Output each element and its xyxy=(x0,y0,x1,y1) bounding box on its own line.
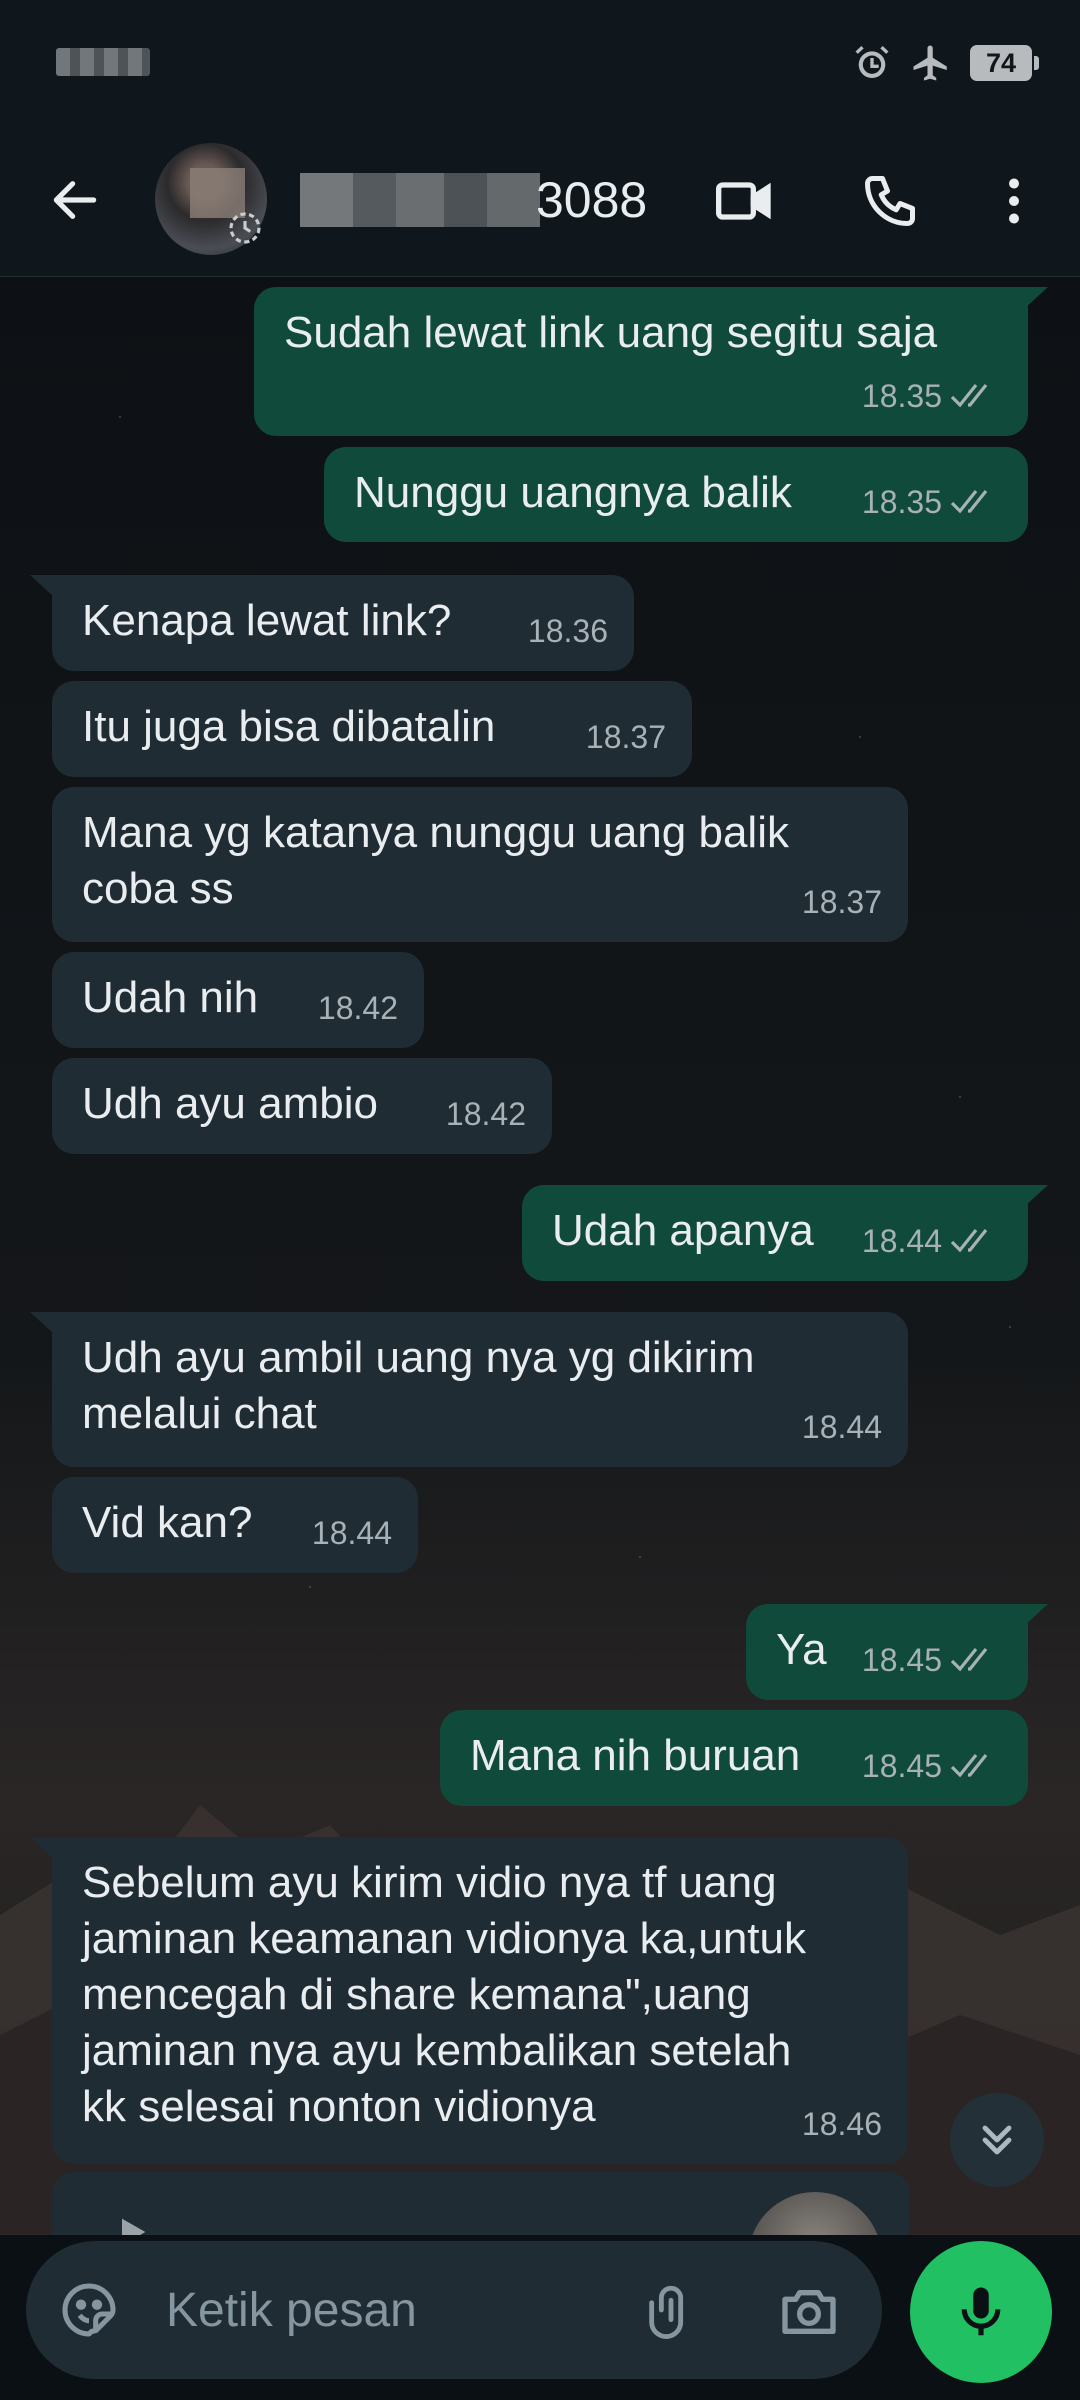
contact-name-blurred[interactable] xyxy=(300,173,540,227)
mic-icon xyxy=(961,2287,1001,2336)
message-time: 18.35 xyxy=(861,378,942,414)
message-text: Mana yg katanya nunggu uang balik coba s… xyxy=(82,808,789,913)
message-meta: 18.35 xyxy=(862,474,1002,530)
status-icons: 74 xyxy=(852,38,1039,88)
double-chevron-down-icon xyxy=(982,2125,1012,2155)
play-icon xyxy=(122,2218,146,2235)
status-time-blurred xyxy=(56,48,150,76)
camera-icon xyxy=(782,2290,836,2334)
composer-pill xyxy=(26,2241,882,2379)
emoji-sticker-icon xyxy=(62,2283,116,2337)
read-receipt-icon xyxy=(950,1229,988,1253)
more-options-button[interactable] xyxy=(976,163,1052,239)
bubble-tail xyxy=(30,1312,54,1334)
message-time: 18.44 xyxy=(801,1409,882,1445)
battery-level: 74 xyxy=(985,47,1017,78)
read-receipt-icon xyxy=(950,1754,988,1778)
bubble-tail xyxy=(1024,287,1048,309)
message-text: Ya xyxy=(776,1625,827,1674)
message-bubble-outgoing[interactable]: Sudah lewat link uang segitu saja 18.35 xyxy=(254,287,1028,436)
message-bubble-incoming[interactable]: Udh ayu ambio 18.42 xyxy=(52,1058,552,1154)
status-bar: 74 xyxy=(0,0,1080,125)
scroll-to-bottom-button[interactable] xyxy=(950,2093,1044,2187)
voice-message-button[interactable] xyxy=(910,2241,1052,2383)
message-text: Itu juga bisa dibatalin xyxy=(82,702,496,751)
message-time: 18.42 xyxy=(317,990,398,1026)
message-bubble-incoming[interactable]: Mana yg katanya nunggu uang balik coba s… xyxy=(52,787,908,942)
message-bubble-incoming[interactable]: Sebelum ayu kirim vidio nya tf uang jami… xyxy=(52,1837,908,2164)
message-time: 18.46 xyxy=(801,2106,882,2142)
message-bubble-incoming[interactable]: Udah nih 18.42 xyxy=(52,952,424,1048)
message-meta: 18.44 xyxy=(802,1399,882,1455)
voice-call-icon xyxy=(865,176,915,226)
message-time: 18.37 xyxy=(585,719,666,755)
message-text: Sudah lewat link uang segitu saja xyxy=(284,308,938,357)
message-time: 18.45 xyxy=(861,1748,942,1784)
message-meta: 18.42 xyxy=(446,1086,526,1142)
chat-header: 3088 xyxy=(0,125,1080,277)
more-vert-icon xyxy=(1009,178,1019,224)
message-text: Udh ayu ambil uang nya yg dikirim melalu… xyxy=(82,1333,755,1438)
message-text: Sebelum ayu kirim vidio nya tf uang jami… xyxy=(82,1858,807,2131)
message-meta: 18.35 xyxy=(862,368,1002,424)
chat-area[interactable]: Sudah lewat link uang segitu saja 18.35 … xyxy=(0,277,1080,2235)
message-bubble-outgoing[interactable]: Udah apanya 18.44 xyxy=(522,1185,1028,1281)
message-time: 18.44 xyxy=(311,1515,392,1551)
message-text: Vid kan? xyxy=(82,1498,253,1547)
read-receipt-icon xyxy=(950,490,988,514)
back-arrow-icon xyxy=(53,181,97,219)
back-button[interactable] xyxy=(40,165,110,235)
message-text: Mana nih buruan xyxy=(470,1731,801,1780)
message-text: Udah nih xyxy=(82,973,259,1022)
message-meta: 18.36 xyxy=(528,603,608,659)
message-meta: 18.44 xyxy=(862,1213,1002,1269)
read-receipt-icon xyxy=(950,1648,988,1672)
message-bubble-partial[interactable] xyxy=(52,2172,910,2235)
message-bubble-incoming[interactable]: Udh ayu ambil uang nya yg dikirim melalu… xyxy=(52,1312,908,1467)
message-time: 18.36 xyxy=(527,613,608,649)
message-time: 18.42 xyxy=(445,1096,526,1132)
message-bubble-incoming[interactable]: Kenapa lewat link? 18.36 xyxy=(52,575,634,671)
message-time: 18.37 xyxy=(801,884,882,920)
emoji-button[interactable] xyxy=(54,2275,124,2345)
bubble-tail xyxy=(30,575,54,597)
message-bubble-incoming[interactable]: Vid kan? 18.44 xyxy=(52,1477,418,1573)
message-meta: 18.44 xyxy=(312,1505,392,1561)
bubble-tail xyxy=(1024,1185,1048,1207)
message-input[interactable] xyxy=(166,2275,586,2345)
alarm-icon xyxy=(852,43,892,83)
message-meta: 18.37 xyxy=(802,874,882,930)
message-bubble-outgoing[interactable]: Nunggu uangnya balik 18.35 xyxy=(324,447,1028,542)
contact-name[interactable]: 3088 xyxy=(536,171,647,229)
message-meta: 18.45 xyxy=(862,1738,1002,1794)
message-bubble-incoming[interactable]: Itu juga bisa dibatalin 18.37 xyxy=(52,681,692,777)
message-bubble-outgoing[interactable]: Mana nih buruan 18.45 xyxy=(440,1710,1028,1806)
message-text: Kenapa lewat link? xyxy=(82,596,452,645)
message-meta: 18.37 xyxy=(586,709,666,765)
message-bubble-outgoing[interactable]: Ya 18.45 xyxy=(746,1604,1028,1700)
disappearing-timer-icon xyxy=(222,205,268,251)
message-time: 18.45 xyxy=(861,1642,942,1678)
airplane-icon xyxy=(910,42,952,84)
video-call-icon xyxy=(716,182,771,220)
message-time: 18.35 xyxy=(861,484,942,520)
attach-icon xyxy=(649,2285,684,2339)
message-meta: 18.42 xyxy=(318,980,398,1036)
message-text: Nunggu uangnya balik xyxy=(354,468,792,517)
thumbnail xyxy=(748,2192,882,2235)
composer-bar xyxy=(0,2235,1080,2400)
message-text: Udah apanya xyxy=(552,1206,814,1255)
bubble-tail xyxy=(30,1837,54,1859)
read-receipt-icon xyxy=(950,384,988,408)
attach-button[interactable] xyxy=(638,2277,704,2343)
camera-button[interactable] xyxy=(774,2277,844,2343)
voice-call-button[interactable] xyxy=(852,163,928,239)
battery-indicator: 74 xyxy=(970,45,1039,81)
message-meta: 18.46 xyxy=(802,2096,882,2152)
message-meta: 18.45 xyxy=(862,1632,1002,1688)
bubble-tail xyxy=(1024,1604,1048,1626)
message-text: Udh ayu ambio xyxy=(82,1079,378,1128)
message-time: 18.44 xyxy=(861,1223,942,1259)
video-call-button[interactable] xyxy=(706,163,782,239)
